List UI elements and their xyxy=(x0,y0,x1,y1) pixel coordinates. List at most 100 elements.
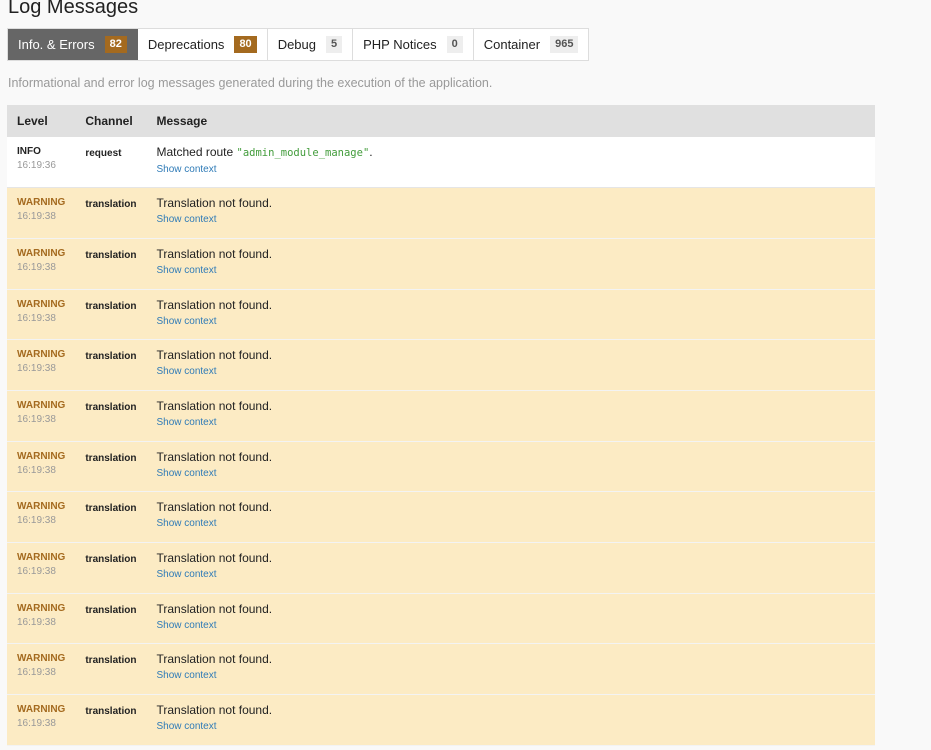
message-cell: Matched route "admin_module_manage". Show… xyxy=(146,137,875,189)
log-row: WARNING 16:19:38 translation Translation no… xyxy=(7,491,875,543)
channel-cell: translation xyxy=(75,694,147,746)
log-tabs: Info. & Errors 82 Deprecations 80 Debug … xyxy=(7,28,590,61)
show-context-link[interactable]: Show context xyxy=(156,417,216,428)
log-time: 16:19:38 xyxy=(17,413,56,425)
level-cell: WARNING 16:19:38 xyxy=(7,694,76,746)
log-message: Translation not found. xyxy=(156,652,273,667)
log-table: Level Channel Message INFO 16:19:36 reques… xyxy=(7,105,875,746)
log-time: 16:19:38 xyxy=(17,363,56,375)
message-cell: Translation not found. Show context xyxy=(146,238,875,290)
log-level: WARNING xyxy=(17,501,66,513)
log-level: WARNING xyxy=(17,704,66,716)
message-cell: Translation not found. Show context xyxy=(146,643,875,696)
log-time: 16:19:38 xyxy=(17,261,56,273)
tab-php-notices[interactable]: PHP Notices 0 xyxy=(353,29,474,60)
message-suffix: . xyxy=(369,145,373,159)
tab-count-badge: 80 xyxy=(234,36,257,53)
channel-cell: translation xyxy=(75,491,147,543)
show-context-link[interactable]: Show context xyxy=(156,569,216,580)
tab-container[interactable]: Container 965 xyxy=(474,29,589,60)
log-level: WARNING xyxy=(17,602,66,614)
channel-cell: translation xyxy=(75,187,147,239)
log-message: Translation not found. xyxy=(156,601,273,616)
tab-info-errors[interactable]: Info. & Errors 82 xyxy=(8,29,138,60)
log-message: Translation not found. xyxy=(156,449,273,464)
show-context-link[interactable]: Show context xyxy=(156,518,216,529)
level-cell: INFO 16:19:36 xyxy=(7,137,76,189)
log-level: WARNING xyxy=(17,197,66,209)
log-level: WARNING xyxy=(17,552,66,563)
log-channel: translation xyxy=(85,655,137,667)
tab-label: Info. & Errors xyxy=(18,37,95,52)
show-context-link[interactable]: Show context xyxy=(156,164,216,175)
log-row: WARNING 16:19:38 translation Translation no… xyxy=(7,441,875,493)
tab-count-badge: 82 xyxy=(104,36,127,53)
level-cell: WARNING 16:19:38 xyxy=(7,289,76,341)
channel-cell: translation xyxy=(75,643,147,696)
tab-label: Debug xyxy=(277,37,316,52)
tab-description: Informational and error log messages gen… xyxy=(8,76,493,90)
level-cell: WARNING 16:19:38 xyxy=(7,643,76,696)
channel-cell: translation xyxy=(75,339,147,391)
tab-deprecations[interactable]: Deprecations 80 xyxy=(138,29,268,60)
show-context-link[interactable]: Show context xyxy=(156,265,216,276)
log-message: Translation not found. xyxy=(156,246,273,261)
tab-label: Container xyxy=(483,37,541,52)
log-level: WARNING xyxy=(17,450,66,462)
log-channel: translation xyxy=(85,706,137,718)
log-row: WARNING 16:19:38 translation Translation no… xyxy=(7,390,875,442)
channel-cell: translation xyxy=(75,593,147,645)
show-context-link[interactable]: Show context xyxy=(156,721,216,732)
log-channel: translation xyxy=(85,503,137,515)
channel-cell: request xyxy=(75,137,147,189)
route-name: "admin_module_manage" xyxy=(236,147,370,159)
level-cell: WARNING 16:19:38 xyxy=(7,441,76,493)
log-channel: translation xyxy=(85,452,137,464)
log-time: 16:19:38 xyxy=(17,211,56,223)
show-context-link[interactable]: Show context xyxy=(156,670,216,681)
log-row: WARNING 16:19:38 translation Translation no… xyxy=(7,238,875,290)
show-context-link[interactable]: Show context xyxy=(156,468,216,479)
log-channel: translation xyxy=(85,401,137,413)
message-cell: Translation not found. Show context xyxy=(146,542,875,594)
page-title: Log Messages xyxy=(8,0,139,18)
log-time: 16:19:38 xyxy=(17,515,56,527)
header-message: Message xyxy=(146,105,875,137)
log-row: WARNING 16:19:38 translation Translation no… xyxy=(7,593,875,645)
show-context-link[interactable]: Show context xyxy=(156,214,216,225)
log-time: 16:19:38 xyxy=(17,566,56,577)
table-header-row: Level Channel Message xyxy=(7,105,875,137)
tab-debug[interactable]: Debug 5 xyxy=(268,29,354,60)
message-cell: Translation not found. Show context xyxy=(146,694,875,746)
message-cell: Translation not found. Show context xyxy=(146,593,875,645)
log-channel: translation xyxy=(85,351,137,363)
channel-cell: translation xyxy=(75,238,147,290)
log-level: WARNING xyxy=(17,298,66,310)
log-time: 16:19:38 xyxy=(17,616,56,628)
channel-cell: translation xyxy=(75,289,147,341)
log-message: Translation not found. xyxy=(156,500,273,515)
message-cell: Translation not found. Show context xyxy=(146,187,875,239)
log-message: Translation not found. xyxy=(156,703,273,718)
log-message: Translation not found. xyxy=(156,398,273,413)
log-channel: translation xyxy=(85,249,137,261)
show-context-link[interactable]: Show context xyxy=(156,316,216,327)
tab-count-badge: 965 xyxy=(550,36,579,53)
channel-cell: translation xyxy=(75,390,147,442)
tab-count-badge: 0 xyxy=(446,36,463,53)
log-row: WARNING 16:19:38 translation Translation no… xyxy=(7,542,875,594)
log-message: Translation not found. xyxy=(156,297,273,312)
level-cell: WARNING 16:19:38 xyxy=(7,542,76,594)
log-time: 16:19:38 xyxy=(17,667,56,679)
log-message: Translation not found. xyxy=(156,348,273,363)
show-context-link[interactable]: Show context xyxy=(156,620,216,631)
header-level: Level xyxy=(7,105,76,137)
message-cell: Translation not found. Show context xyxy=(146,491,875,543)
tab-count-badge: 5 xyxy=(326,36,343,53)
log-level: WARNING xyxy=(17,349,66,361)
log-row: WARNING 16:19:38 translation Translation no… xyxy=(7,694,875,746)
show-context-link[interactable]: Show context xyxy=(156,366,216,377)
log-row: INFO 16:19:36 request Matched route "admin_… xyxy=(7,137,875,189)
level-cell: WARNING 16:19:38 xyxy=(7,187,76,239)
tab-label: Deprecations xyxy=(147,37,225,52)
